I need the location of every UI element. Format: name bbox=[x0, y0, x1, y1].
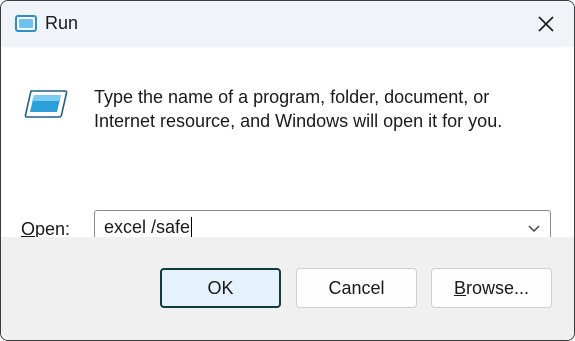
browse-button[interactable]: Browse... bbox=[431, 268, 552, 308]
close-button[interactable] bbox=[526, 7, 566, 41]
open-label-rest: pen: bbox=[35, 219, 71, 239]
description-line-1: Type the name of a program, folder, docu… bbox=[94, 87, 490, 107]
open-input-text[interactable]: excel /safe bbox=[104, 217, 190, 237]
text-caret bbox=[191, 217, 193, 237]
close-icon bbox=[538, 16, 554, 32]
ok-button[interactable]: OK bbox=[160, 268, 281, 308]
window-title: Run bbox=[45, 13, 79, 33]
description-text: Type the name of a program, folder, docu… bbox=[94, 85, 554, 133]
run-dialog: Run Type the name of a program, folder, … bbox=[0, 0, 575, 341]
button-bar: OK Cancel Browse... bbox=[1, 237, 574, 340]
description-line-2: Internet resource, and Windows will open… bbox=[94, 111, 503, 131]
chevron-down-icon bbox=[528, 225, 540, 232]
browse-label-rest: rowse... bbox=[465, 278, 530, 298]
run-app-icon bbox=[15, 15, 37, 33]
title-bar[interactable]: Run bbox=[1, 1, 574, 47]
dialog-body: Type the name of a program, folder, docu… bbox=[1, 47, 574, 245]
dropdown-button[interactable] bbox=[523, 217, 545, 239]
run-icon bbox=[23, 89, 69, 119]
open-input-value[interactable]: excel /safe bbox=[104, 217, 193, 238]
open-label-accesskey: O bbox=[21, 219, 36, 239]
browse-accesskey: B bbox=[453, 278, 466, 298]
cancel-button[interactable]: Cancel bbox=[296, 268, 417, 308]
